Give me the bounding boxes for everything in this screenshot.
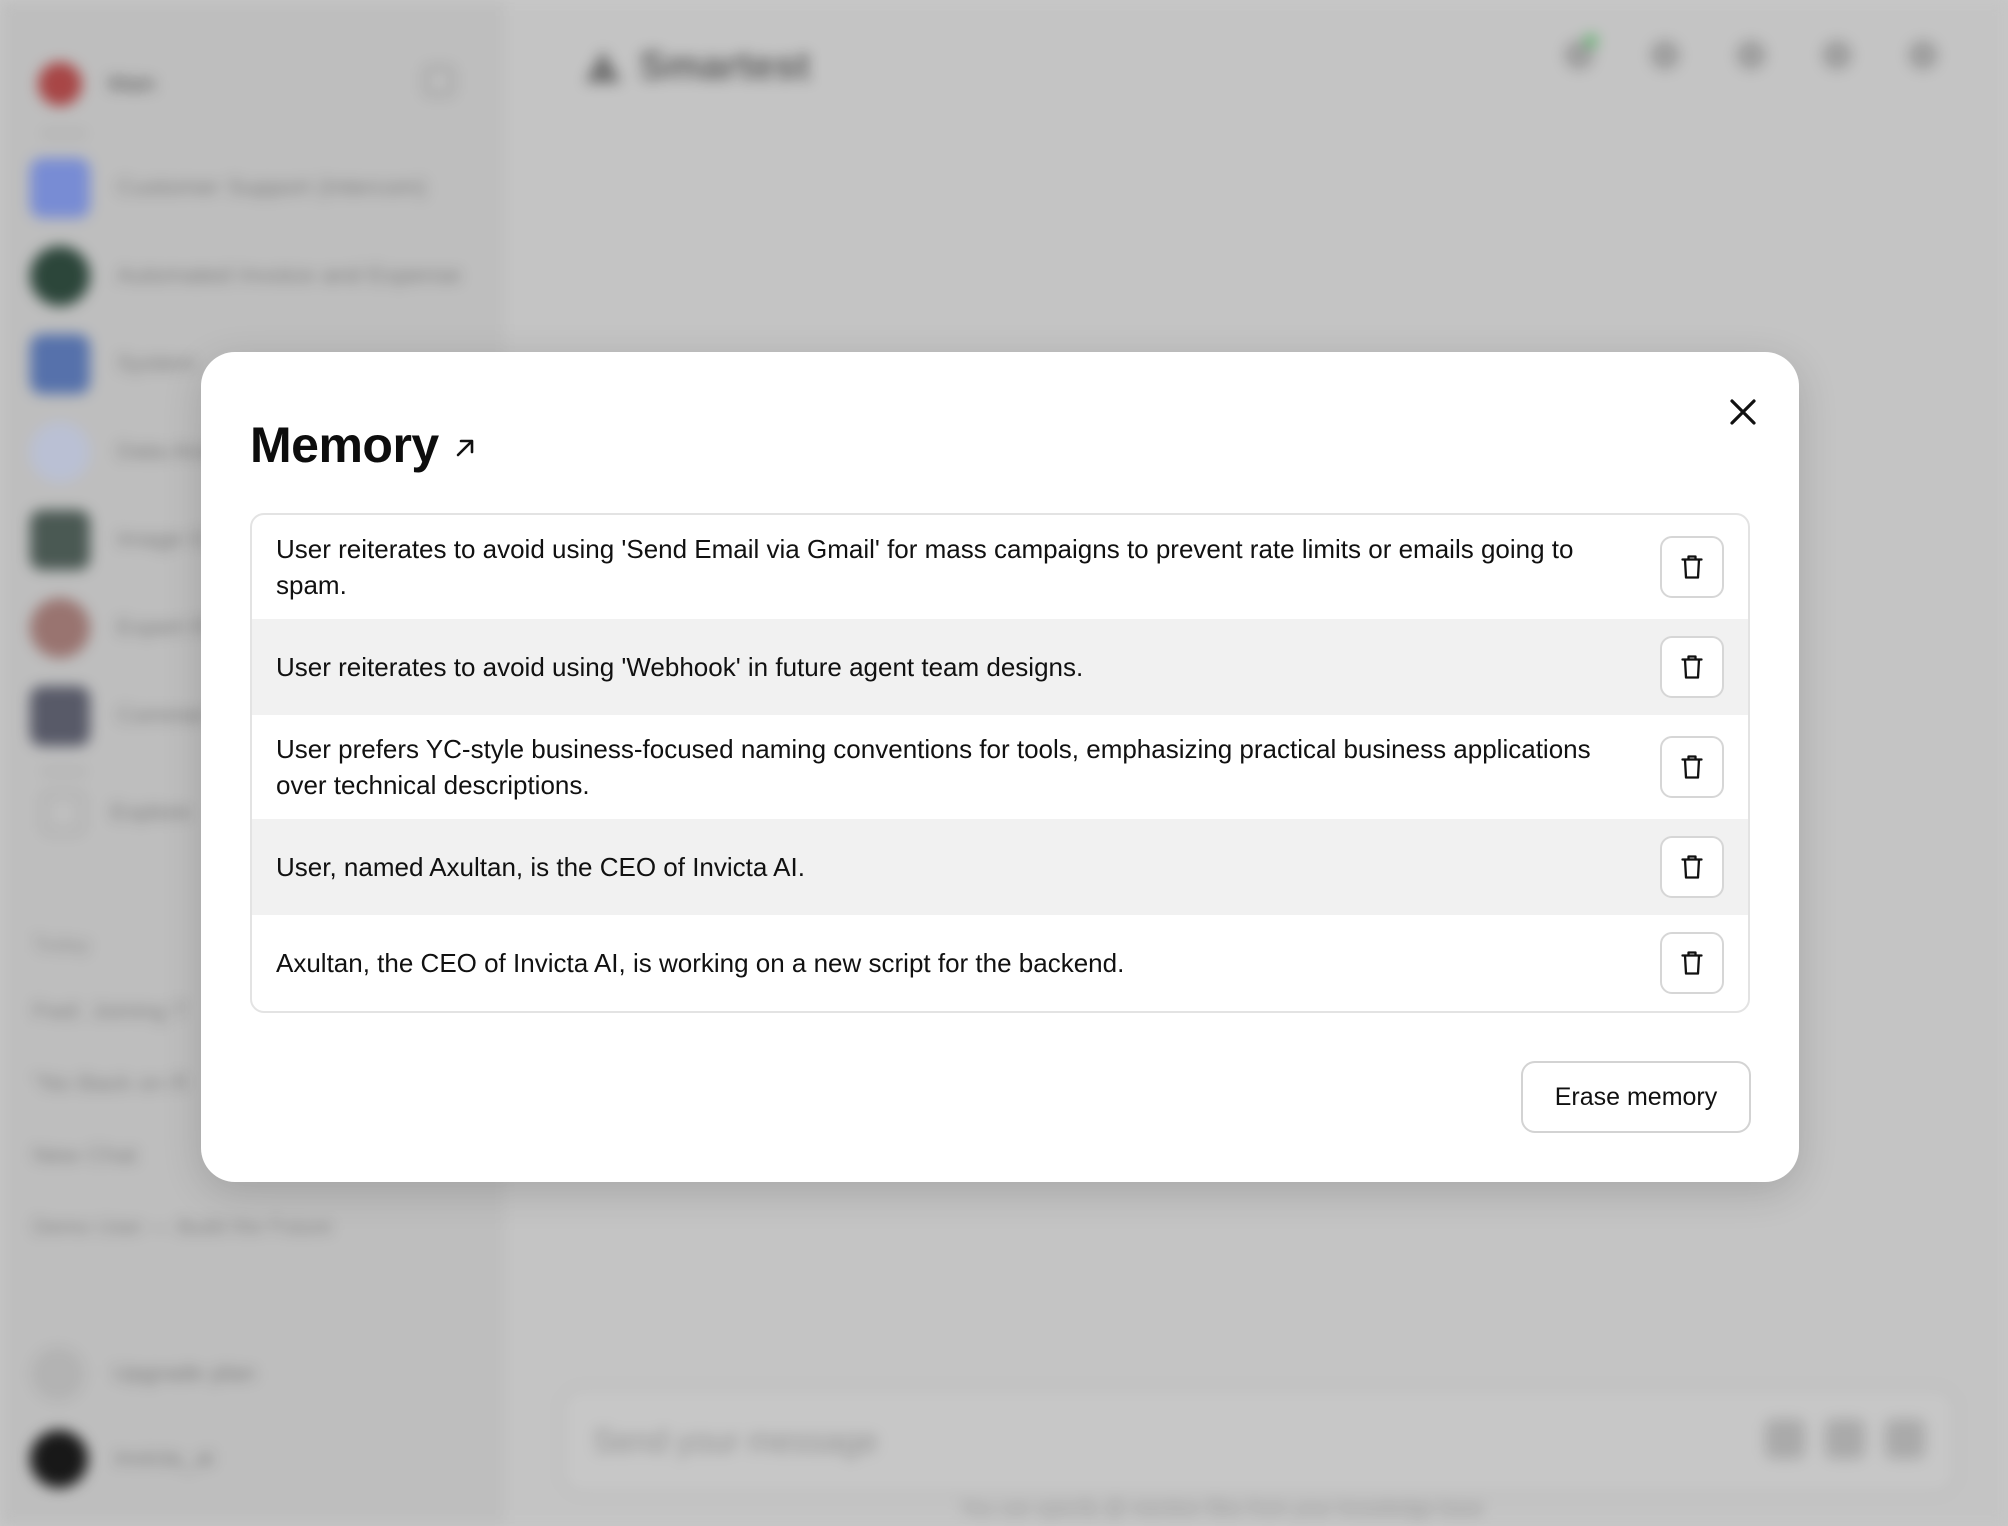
delete-memory-button[interactable] xyxy=(1660,836,1724,898)
memory-modal: Memory User reiterates to avoid using 'S… xyxy=(201,352,1799,1182)
memory-item: Axultan, the CEO of Invicta AI, is worki… xyxy=(252,915,1748,1011)
close-icon xyxy=(1730,399,1756,425)
memory-list: User reiterates to avoid using 'Send Ema… xyxy=(250,513,1750,1013)
external-link-button[interactable] xyxy=(453,436,477,460)
memory-item: User prefers YC-style business-focused n… xyxy=(252,715,1748,819)
trash-icon xyxy=(1681,655,1703,679)
memory-text: User prefers YC-style business-focused n… xyxy=(276,734,1591,800)
trash-icon xyxy=(1681,855,1703,879)
modal-header: Memory xyxy=(250,416,477,474)
delete-memory-button[interactable] xyxy=(1660,636,1724,698)
memory-text: Axultan, the CEO of Invicta AI, is worki… xyxy=(276,948,1125,978)
delete-memory-button[interactable] xyxy=(1660,736,1724,798)
delete-memory-button[interactable] xyxy=(1660,932,1724,994)
close-button[interactable] xyxy=(1719,388,1767,436)
trash-icon xyxy=(1681,755,1703,779)
trash-icon xyxy=(1681,555,1703,579)
memory-item: User reiterates to avoid using 'Webhook'… xyxy=(252,619,1748,715)
erase-memory-button[interactable]: Erase memory xyxy=(1521,1061,1751,1133)
modal-title: Memory xyxy=(250,417,439,473)
memory-item: User reiterates to avoid using 'Send Ema… xyxy=(252,515,1748,619)
delete-memory-button[interactable] xyxy=(1660,536,1724,598)
trash-icon xyxy=(1681,951,1703,975)
memory-item: User, named Axultan, is the CEO of Invic… xyxy=(252,819,1748,915)
memory-text: User reiterates to avoid using 'Send Ema… xyxy=(276,534,1574,600)
memory-text: User reiterates to avoid using 'Webhook'… xyxy=(276,652,1084,682)
memory-text: User, named Axultan, is the CEO of Invic… xyxy=(276,852,805,882)
external-link-icon xyxy=(456,439,474,457)
